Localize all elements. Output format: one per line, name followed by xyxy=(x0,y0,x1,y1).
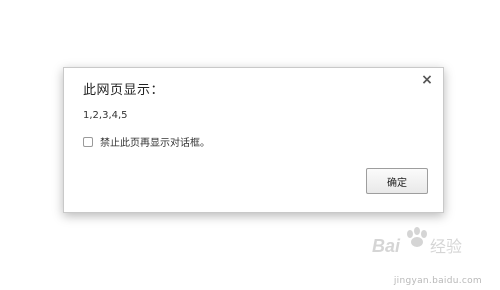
baidu-paw-logo-icon: Bai 经验 xyxy=(372,227,462,256)
alert-dialog: 此网页显示： × 1,2,3,4,5 禁止此页再显示对话框。 确定 xyxy=(63,67,444,213)
svg-text:Bai: Bai xyxy=(372,236,401,256)
svg-text:经验: 经验 xyxy=(430,237,462,256)
ok-button[interactable]: 确定 xyxy=(366,168,428,194)
page-background: 此网页显示： × 1,2,3,4,5 禁止此页再显示对话框。 确定 Bai 经验… xyxy=(0,0,500,290)
baidu-jingyan-watermark: Bai 经验 xyxy=(370,220,482,272)
dialog-message: 1,2,3,4,5 xyxy=(83,110,128,121)
dialog-title: 此网页显示： xyxy=(83,83,165,98)
suppress-dialogs-checkbox[interactable] xyxy=(83,136,93,147)
suppress-dialogs-option[interactable]: 禁止此页再显示对话框。 xyxy=(83,134,210,149)
watermark-subtext: jingyan.baidu.com xyxy=(393,276,482,286)
close-icon[interactable]: × xyxy=(420,73,434,87)
suppress-dialogs-label: 禁止此页再显示对话框。 xyxy=(100,138,210,149)
